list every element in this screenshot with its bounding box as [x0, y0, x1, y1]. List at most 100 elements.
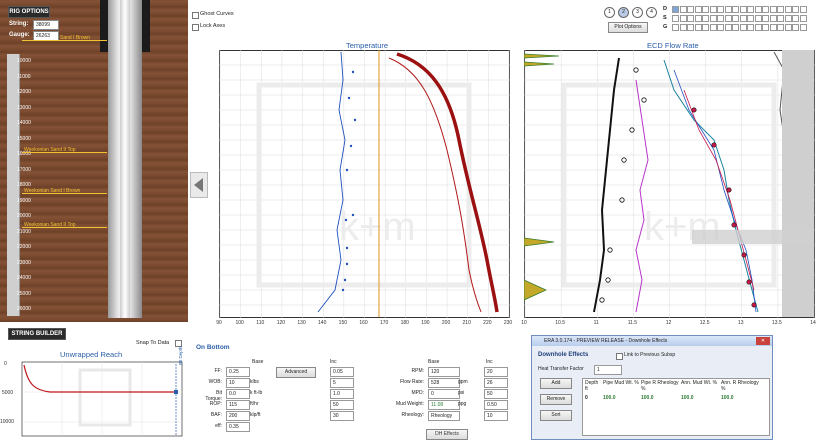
base-input[interactable]: 0	[428, 389, 460, 399]
track-cell[interactable]	[792, 15, 799, 22]
track-cell[interactable]	[687, 15, 694, 22]
track-cell[interactable]	[739, 15, 747, 22]
track-cell[interactable]	[792, 6, 799, 13]
table-cell[interactable]: 0	[585, 395, 588, 401]
track-cell[interactable]	[672, 24, 679, 31]
string-builder-button[interactable]: STRING BUILDER	[8, 328, 66, 340]
inc-input[interactable]: 26	[484, 378, 508, 388]
track-cell[interactable]	[679, 15, 687, 22]
track-cell[interactable]	[762, 6, 769, 13]
base-input[interactable]: 115	[226, 400, 250, 410]
track-cell[interactable]	[709, 15, 717, 22]
track-cell[interactable]	[754, 24, 762, 31]
table-cell[interactable]: 100.0	[641, 395, 654, 401]
track-cell[interactable]	[672, 15, 679, 22]
track-cell[interactable]	[754, 6, 762, 13]
track-cell[interactable]	[687, 24, 694, 31]
track-cell[interactable]	[724, 6, 732, 13]
track-cell[interactable]	[799, 6, 807, 13]
base-input[interactable]: Rheology	[428, 411, 460, 421]
depth-ruler[interactable]: 10000 11000 12000 13000 14000 15000 16000 17000…	[7, 54, 31, 316]
base-input[interactable]: 200	[226, 411, 250, 421]
track-cell[interactable]	[702, 24, 709, 31]
add-button[interactable]: Add	[540, 378, 572, 389]
track-cell[interactable]	[679, 6, 687, 13]
inc-input[interactable]: 5	[330, 378, 354, 388]
plot-4-radio[interactable]: 4	[646, 7, 657, 18]
track-cell[interactable]	[777, 6, 784, 13]
track-cell[interactable]	[777, 24, 784, 31]
track-cell[interactable]	[679, 24, 687, 31]
lock-axes-checkbox[interactable]	[192, 24, 199, 31]
ghost-curves-checkbox[interactable]	[192, 12, 199, 19]
inc-input[interactable]: 1.0	[330, 389, 354, 399]
track-cell[interactable]	[747, 15, 754, 22]
track-cell[interactable]	[739, 24, 747, 31]
inc-input[interactable]: 20	[484, 367, 508, 377]
track-cell[interactable]	[792, 24, 799, 31]
track-cell[interactable]	[702, 15, 709, 22]
track-cell[interactable]	[739, 6, 747, 13]
rig-options-button[interactable]: RIG OPTIONS	[8, 6, 50, 18]
track-cell[interactable]	[717, 15, 724, 22]
inc-input[interactable]: 10	[484, 411, 508, 421]
track-cell[interactable]	[702, 6, 709, 13]
track-cell[interactable]	[762, 15, 769, 22]
table-cell[interactable]: 100.0	[721, 395, 734, 401]
track-cell[interactable]	[799, 24, 807, 31]
advanced-button[interactable]: Advanced	[276, 367, 316, 378]
downhole-effects-table[interactable]: Depth ft 0 Pipe Mud Wt. % 100.0 Pipe R Rheol…	[582, 378, 770, 436]
remove-button[interactable]: Remove	[540, 394, 572, 405]
track-cell[interactable]	[799, 15, 807, 22]
temperature-plot[interactable]: k+m	[219, 50, 510, 318]
track-cell[interactable]	[754, 15, 762, 22]
base-input[interactable]: 0.35	[226, 422, 250, 432]
track-cell[interactable]	[784, 15, 792, 22]
track-cell[interactable]	[777, 15, 784, 22]
track-cell[interactable]	[717, 6, 724, 13]
track-cell[interactable]	[717, 24, 724, 31]
track-cell[interactable]	[732, 15, 739, 22]
track-cell[interactable]	[747, 6, 754, 13]
track-cell[interactable]	[694, 6, 702, 13]
plot-number-selector[interactable]: 1 2 3 4	[604, 7, 657, 18]
sort-button[interactable]: Sort	[540, 410, 572, 421]
wellbore-panel[interactable]	[0, 0, 188, 322]
track-cell[interactable]	[769, 24, 777, 31]
track-cell[interactable]	[724, 24, 732, 31]
reach-plot[interactable]	[0, 360, 188, 438]
inc-input[interactable]: 30	[330, 411, 354, 421]
base-input[interactable]: 0.0	[226, 389, 250, 399]
ecd-plot[interactable]: k+m	[524, 50, 815, 318]
dh-effects-button[interactable]: DH Effects	[426, 429, 468, 440]
base-input[interactable]: 10	[226, 378, 250, 388]
track-cell[interactable]	[732, 6, 739, 13]
track-cell[interactable]	[769, 6, 777, 13]
base-input[interactable]: 0.25	[226, 367, 250, 377]
track-cell[interactable]	[709, 24, 717, 31]
track-cell[interactable]	[762, 24, 769, 31]
close-icon[interactable]: ✕	[756, 337, 770, 345]
downhole-effects-dialog[interactable]: ERA 3.0.174 - PREVIEW RELEASE - Downhole…	[531, 335, 773, 440]
track-cell[interactable]	[784, 24, 792, 31]
plot-options-button[interactable]: Plot Options	[608, 22, 648, 33]
htf-input[interactable]: 1	[594, 365, 622, 375]
plot-3-radio[interactable]: 3	[632, 7, 643, 18]
link-subsea-checkbox[interactable]	[616, 353, 623, 360]
track-cell[interactable]	[747, 24, 754, 31]
track-cell[interactable]	[687, 6, 694, 13]
track-cell[interactable]	[732, 24, 739, 31]
base-input[interactable]: 11.08	[428, 400, 460, 410]
track-cell[interactable]	[694, 15, 702, 22]
inc-input[interactable]: 50	[484, 389, 508, 399]
track-cell[interactable]	[694, 24, 702, 31]
plot-1-radio[interactable]: 1	[604, 7, 615, 18]
string-input[interactable]: 38099	[33, 20, 59, 30]
track-cell[interactable]	[672, 6, 679, 13]
table-cell[interactable]: 100.0	[603, 395, 616, 401]
inc-input[interactable]: 50	[330, 400, 354, 410]
track-cell[interactable]	[709, 6, 717, 13]
collapse-arrow-button[interactable]	[190, 172, 208, 198]
dialog-titlebar[interactable]: ERA 3.0.174 - PREVIEW RELEASE - Downhole…	[532, 336, 772, 346]
track-cell[interactable]	[784, 6, 792, 13]
